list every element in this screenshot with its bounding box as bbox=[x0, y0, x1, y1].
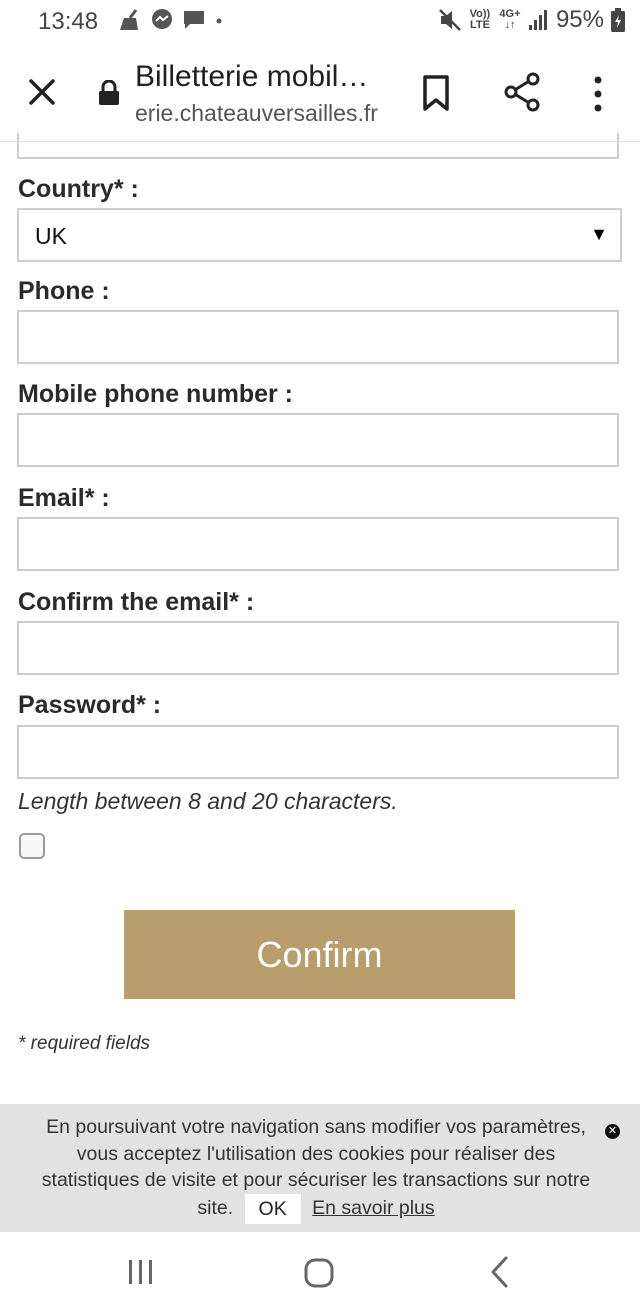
back-icon[interactable] bbox=[488, 1256, 510, 1288]
more-vert-icon[interactable] bbox=[588, 74, 608, 114]
chat-icon bbox=[184, 11, 204, 29]
battery-percent: 95% bbox=[555, 6, 604, 33]
mute-icon bbox=[439, 9, 461, 31]
clean-icon bbox=[120, 9, 138, 30]
cookie-banner: En poursuivant votre navigation sans mod… bbox=[0, 1104, 640, 1232]
required-fields-note: * required fields bbox=[18, 1033, 151, 1054]
phone-label: Phone : bbox=[18, 277, 110, 305]
mobile-phone-label: Mobile phone number : bbox=[18, 380, 293, 408]
dot-icon bbox=[216, 18, 222, 24]
home-icon[interactable] bbox=[304, 1258, 334, 1288]
system-icons: Vo)) LTE 4G+ ↓↑ 95% bbox=[438, 6, 626, 34]
recents-icon[interactable] bbox=[126, 1258, 156, 1286]
cookie-close-icon[interactable]: ✕ bbox=[605, 1124, 620, 1139]
email-label: Email* : bbox=[18, 484, 110, 512]
lock-icon bbox=[99, 80, 119, 105]
battery-icon bbox=[611, 8, 625, 32]
country-value: UK bbox=[35, 223, 67, 249]
country-label: Country* : bbox=[18, 175, 139, 203]
close-icon[interactable] bbox=[26, 76, 58, 108]
share-icon[interactable] bbox=[502, 72, 542, 112]
confirm-email-label: Confirm the email* : bbox=[18, 588, 255, 616]
consent-checkbox[interactable] bbox=[19, 833, 45, 859]
mobile-phone-input[interactable] bbox=[17, 413, 619, 467]
volte-icon: Vo)) LTE bbox=[469, 8, 491, 31]
messenger-icon bbox=[152, 9, 172, 29]
page-title[interactable]: Billetterie mobil… bbox=[135, 60, 395, 94]
lte-4g-icon: 4G+ ↓↑ bbox=[499, 8, 521, 31]
page-url[interactable]: erie.chateauversailles.fr bbox=[135, 100, 385, 127]
cookie-text-block: En poursuivant votre navigation sans mod… bbox=[26, 1114, 606, 1224]
previous-field-input[interactable] bbox=[17, 133, 619, 159]
cookie-more-link[interactable]: En savoir plus bbox=[312, 1197, 434, 1219]
browser-toolbar: Billetterie mobil… erie.chateauversaille… bbox=[0, 44, 640, 142]
password-hint: Length between 8 and 20 characters. bbox=[18, 788, 398, 814]
password-input[interactable] bbox=[17, 725, 619, 779]
country-select[interactable]: UK ▼ bbox=[17, 208, 622, 262]
confirm-email-input[interactable] bbox=[17, 621, 619, 675]
cookie-ok-button[interactable]: OK bbox=[244, 1193, 301, 1224]
confirm-button[interactable]: Confirm bbox=[124, 910, 515, 999]
bookmark-icon[interactable] bbox=[420, 74, 452, 112]
phone-input[interactable] bbox=[17, 310, 619, 364]
password-label: Password* : bbox=[18, 691, 162, 719]
status-time: 13:48 bbox=[38, 8, 99, 35]
dropdown-arrow-icon: ▼ bbox=[590, 224, 608, 244]
system-nav-bar bbox=[0, 1232, 640, 1316]
status-bar: 13:48 Vo)) LTE 4G+ ↓↑ 95% bbox=[0, 0, 640, 44]
notification-icons bbox=[116, 8, 224, 32]
signal-icon bbox=[528, 10, 547, 30]
email-input[interactable] bbox=[17, 517, 619, 571]
